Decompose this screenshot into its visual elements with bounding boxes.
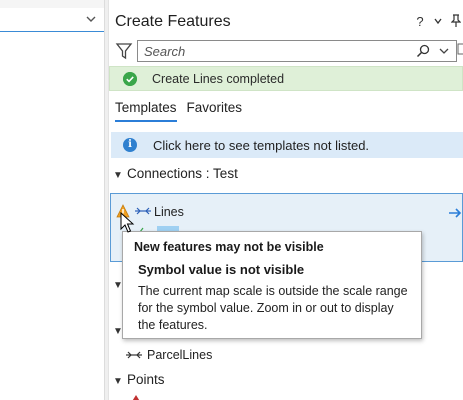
search-icon[interactable] (416, 44, 430, 58)
pin-icon (451, 14, 461, 27)
template-item-label: Lines (154, 205, 184, 219)
warning-tooltip: New features may not be visible Symbol v… (122, 231, 422, 339)
info-icon: i (123, 138, 137, 152)
pane-options-button[interactable] (431, 12, 445, 30)
chevron-down-icon[interactable] (84, 12, 98, 26)
chevron-down-icon: ▼ (113, 170, 123, 181)
tooltip-heading: Symbol value is not visible (138, 262, 305, 277)
search-input[interactable] (144, 43, 404, 59)
point-feature-icon (132, 395, 140, 400)
check-circle-icon (123, 72, 137, 86)
left-pane-header-strip (0, 0, 104, 8)
pin-button[interactable] (449, 12, 463, 30)
chevron-down-icon: ▼ (113, 376, 123, 387)
status-bar: Create Lines completed (109, 66, 463, 91)
group-label: Connections : Test (127, 166, 238, 181)
search-row (113, 38, 463, 64)
tab-templates[interactable]: Templates (115, 100, 177, 122)
tab-favorites[interactable]: Favorites (187, 100, 243, 122)
line-feature-icon (135, 207, 151, 215)
filter-icon[interactable] (115, 41, 133, 61)
pane-title-buttons: ? (413, 12, 463, 30)
left-pane (0, 0, 104, 400)
chevron-down-icon (434, 18, 442, 25)
group-header-connections[interactable]: ▼ Connections : Test (113, 166, 238, 181)
search-box (137, 40, 457, 62)
template-item-parcellines[interactable]: ParcelLines (125, 347, 212, 363)
template-item-label: ParcelLines (147, 348, 213, 362)
info-bar[interactable]: i Click here to see templates not listed… (111, 132, 463, 158)
tooltip-title: New features may not be visible (134, 240, 324, 254)
help-button[interactable]: ? (413, 12, 427, 30)
status-text: Create Lines completed (152, 72, 285, 86)
overflow-edge-icon (457, 43, 463, 55)
create-features-pane: Create Features ? Search Create Lines co… (109, 0, 463, 400)
left-pane-dropdown[interactable] (0, 8, 104, 32)
mouse-cursor-icon (120, 212, 135, 233)
group-header-points[interactable]: ▼ Points (113, 372, 165, 387)
tab-bar: Templates Favorites (115, 100, 242, 122)
group-label: Points (127, 372, 165, 387)
arrow-right-icon[interactable] (448, 207, 462, 219)
parcel-line-icon (126, 351, 142, 359)
tooltip-body: The current map scale is outside the sca… (138, 284, 408, 332)
chevron-down-icon[interactable] (438, 45, 450, 57)
pane-title: Create Features (115, 13, 231, 30)
info-link[interactable]: Click here to see templates not listed. (153, 138, 369, 153)
